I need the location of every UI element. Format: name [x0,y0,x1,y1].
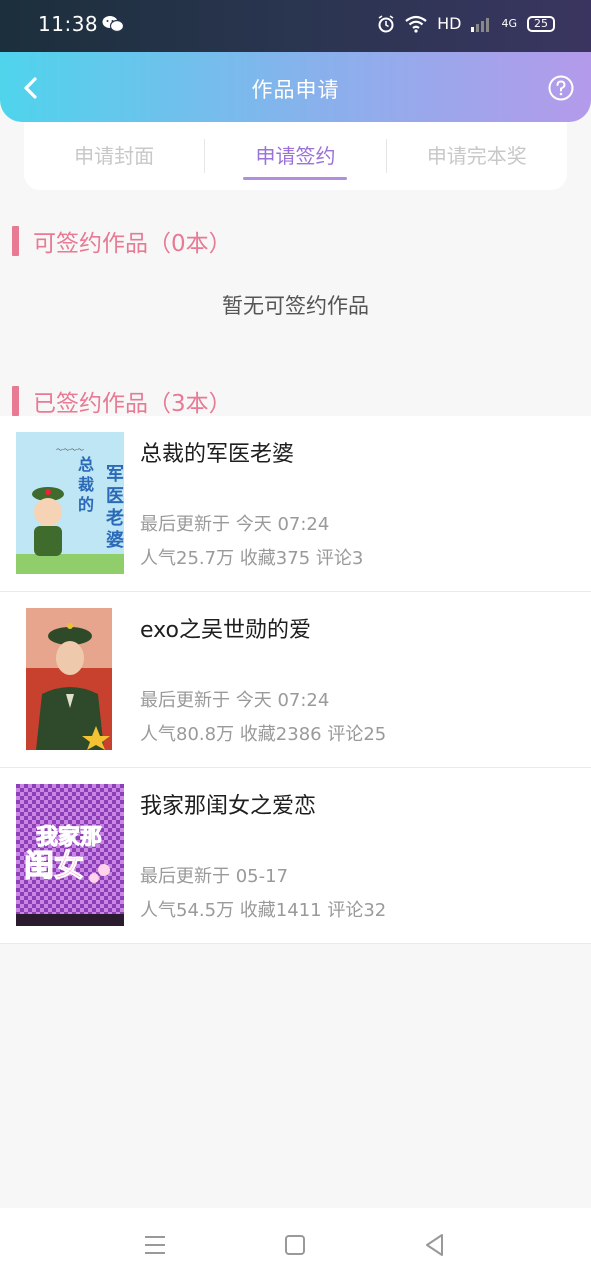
home-icon[interactable] [282,1232,308,1258]
work-stats: 人气54.5万 收藏1411 评论32 [140,900,387,921]
signed-section-title: 已签约作品（3本） [33,391,232,417]
wifi-icon [405,15,427,33]
work-stats: 人气25.7万 收藏375 评论3 [140,548,364,569]
svg-text:闺女: 闺女 [24,849,84,884]
work-title: exo之吴世勋的爱 [140,618,311,643]
book-cover: ～～～～ 军 医 老 婆 总 裁 的 [16,432,124,574]
svg-text:婆: 婆 [106,529,124,551]
signal-icon [471,17,490,32]
status-bar: 11:38 HD 4G 25 [0,0,591,52]
header: 作品申请 [0,52,591,122]
battery-level: 25 [534,16,548,30]
work-last-updated: 最后更新于 05-17 [140,866,289,887]
work-title: 我家那闺女之爱恋 [140,794,317,819]
section-marker [12,226,19,256]
system-nav-bar [0,1208,591,1280]
empty-state-text: 暂无可签约作品 [222,294,369,318]
svg-text:我家那: 我家那 [36,824,102,850]
signable-section-header: 可签约作品（0本） [12,224,232,258]
back-triangle-icon[interactable] [422,1232,448,1258]
wechat-icon [102,16,124,33]
svg-text:～～～～: ～～～～ [56,446,84,454]
tab-apply-completion-award[interactable]: 申请完本奖 [387,122,567,190]
svg-text:军: 军 [106,464,124,485]
svg-text:老: 老 [106,507,124,529]
svg-text:总: 总 [78,455,94,474]
status-time: 11:38 [38,12,99,36]
menu-icon[interactable] [142,1232,168,1258]
battery-icon: 25 [527,15,555,32]
page-title: 作品申请 [251,78,340,102]
signable-section-title: 可签约作品（0本） [33,231,232,257]
help-icon[interactable] [548,75,574,101]
work-title: 总裁的军医老婆 [140,442,295,467]
network-type: HD [437,14,462,33]
work-item[interactable]: 我家那 闺女 我家那闺女之爱恋 最后更新于 05-17 人气54.5万 收藏14… [0,768,591,944]
work-last-updated: 最后更新于 今天 07:24 [140,690,330,711]
tab-bar: 申请封面 申请签约 申请完本奖 [24,122,567,190]
svg-text:医: 医 [106,486,124,507]
svg-text:的: 的 [78,495,94,514]
signed-works-list: ～～～～ 军 医 老 婆 总 裁 的 总裁的军医老婆 最后更新于 今天 07:2… [0,416,591,944]
tab-apply-cover[interactable]: 申请封面 [24,122,204,190]
signal-label: 4G [501,17,517,30]
alarm-icon [378,14,394,32]
section-marker [12,386,19,416]
work-item[interactable]: ～～～～ 军 医 老 婆 总 裁 的 总裁的军医老婆 最后更新于 今天 07:2… [0,416,591,592]
svg-text:裁: 裁 [78,475,94,494]
book-cover: 我家那 闺女 [16,784,124,926]
work-item[interactable]: exo之吴世勋的爱 最后更新于 今天 07:24 人气80.8万 收藏2386 … [0,592,591,768]
work-stats: 人气80.8万 收藏2386 评论25 [140,724,387,745]
book-cover [26,608,112,750]
signed-section-header: 已签约作品（3本） [12,384,232,418]
tab-apply-contract[interactable]: 申请签约 [205,122,385,190]
work-last-updated: 最后更新于 今天 07:24 [140,514,330,535]
